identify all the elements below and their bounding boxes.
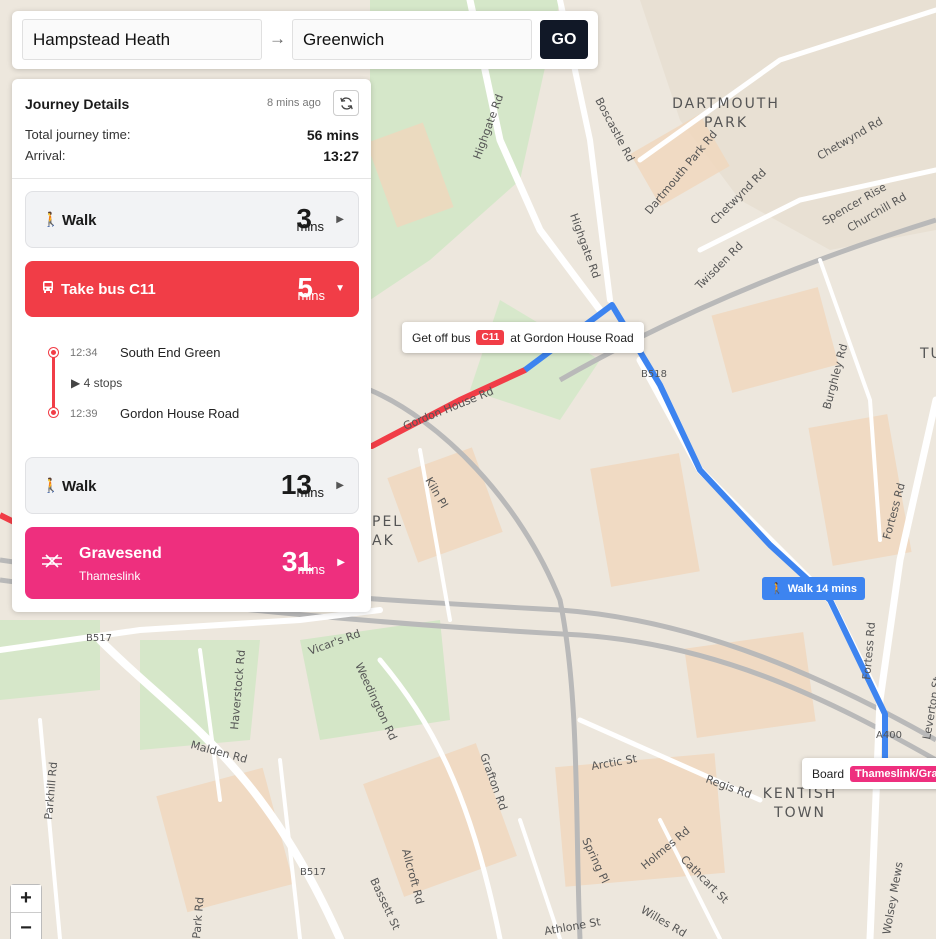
panel-title: Journey Details <box>25 96 130 112</box>
expand-arrow-icon: ▶ <box>337 557 345 568</box>
arrival-label: Arrival: <box>25 148 66 163</box>
road-label: B517 <box>300 867 326 878</box>
arrow-right-icon: → <box>269 29 286 48</box>
step-sublabel: Thameslink <box>79 569 141 583</box>
search-bar: → GO <box>12 11 598 69</box>
train-icon <box>41 554 63 571</box>
step-label: Walk <box>62 212 97 229</box>
journey-summary: Journey Details 8 mins ago Total journey… <box>12 79 371 179</box>
updated-time: 8 mins ago <box>267 97 321 109</box>
zoom-control: + − <box>10 884 42 939</box>
expand-arrow-icon: ▶ <box>336 480 344 491</box>
step-unit: mins <box>296 485 324 500</box>
refresh-icon <box>340 97 353 110</box>
total-time-label: Total journey time: <box>25 127 131 142</box>
map-area-label: PEL <box>372 514 403 530</box>
bus-line-badge: C11 <box>476 330 505 345</box>
map-area-label: AK <box>372 533 395 549</box>
stop-name: South End Green <box>120 345 221 360</box>
stop-time: 12:34 <box>70 347 98 359</box>
map-area-label: TOWN <box>773 805 826 821</box>
from-input[interactable] <box>22 19 262 60</box>
walk-icon: 🚶 <box>770 583 784 595</box>
walk-icon: 🚶 <box>42 477 60 493</box>
step-walk[interactable]: 🚶 Walk 13 mins ▶ <box>25 457 359 514</box>
bus-icon <box>41 280 55 297</box>
walk-duration-tag[interactable]: 🚶 Walk 14 mins <box>762 577 865 600</box>
map-area-label: TU <box>919 346 936 362</box>
step-walk[interactable]: 🚶 Walk 3 mins ▶ <box>25 191 359 248</box>
step-unit: mins <box>297 288 325 303</box>
walk-tag-label: Walk 14 mins <box>787 582 857 595</box>
walk-icon: 🚶 <box>42 211 60 227</box>
step-unit: mins <box>296 219 324 234</box>
step-train[interactable]: Gravesend Thameslink 31 mins ▶ <box>25 527 359 599</box>
step-label: Gravesend <box>79 545 162 562</box>
go-button[interactable]: GO <box>540 20 588 59</box>
stop-line <box>52 349 55 411</box>
stop-dot <box>49 348 58 357</box>
popup-text: Board <box>812 766 845 781</box>
popup-text: Get off bus <box>412 330 471 345</box>
refresh-button[interactable] <box>333 90 359 116</box>
total-time-value: 56 mins <box>306 127 359 143</box>
step-bus[interactable]: Take bus C11 5 mins ▼ <box>25 261 359 317</box>
zoom-in-button[interactable]: + <box>11 885 41 913</box>
step-unit: mins <box>297 562 325 577</box>
arrival-value: 13:27 <box>323 148 359 164</box>
stops-toggle[interactable]: ▶ 4 stops <box>71 376 122 390</box>
popup-text: at Gordon House Road <box>510 330 634 345</box>
road-label: B517 <box>86 633 112 644</box>
stop-name: Gordon House Road <box>120 406 240 421</box>
train-line-badge: Thameslink/Gra <box>850 765 936 782</box>
park-area <box>0 620 100 700</box>
step-label: Take bus C11 <box>61 281 156 298</box>
bus-alight-popup[interactable]: Get off bus C11 at Gordon House Road <box>402 322 644 353</box>
expand-arrow-icon: ▶ <box>336 214 344 225</box>
park-area <box>300 620 450 740</box>
stop-dot <box>49 408 58 417</box>
stop-time: 12:39 <box>70 408 98 420</box>
road-label: A400 <box>876 730 902 741</box>
to-input[interactable] <box>292 19 532 60</box>
collapse-arrow-icon: ▼ <box>335 283 345 294</box>
zoom-out-button[interactable]: − <box>11 914 41 939</box>
board-popup[interactable]: Board Thameslink/Gra <box>802 758 936 789</box>
step-label: Walk <box>62 478 97 495</box>
map-area-label: DARTMOUTH <box>672 96 780 112</box>
journey-panel: Journey Details 8 mins ago Total journey… <box>12 79 371 612</box>
road-label: B518 <box>641 369 667 380</box>
